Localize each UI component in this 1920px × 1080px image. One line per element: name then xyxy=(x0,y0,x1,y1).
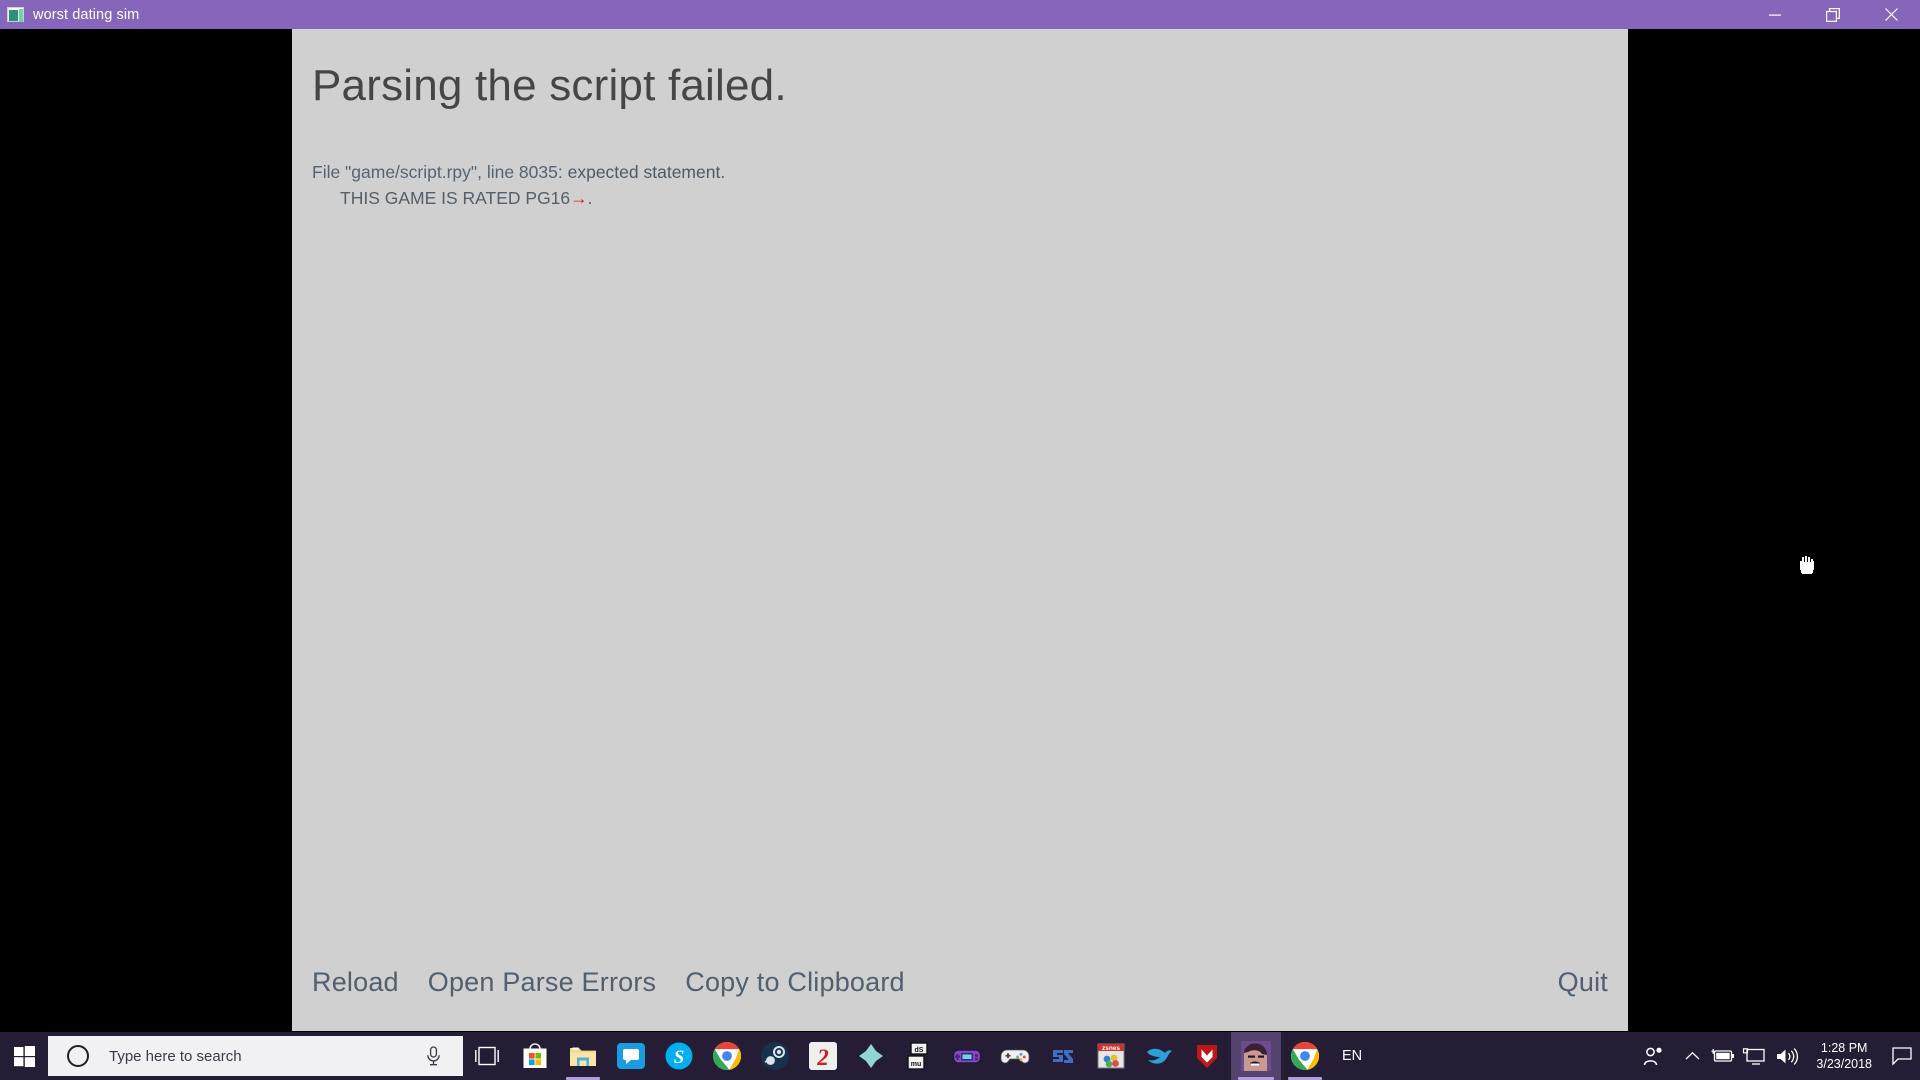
red-two-logo-icon: 2 xyxy=(808,1041,838,1071)
microphone-icon[interactable] xyxy=(425,1046,442,1066)
mcafee-shield-icon xyxy=(1192,1041,1222,1071)
show-hidden-icons-button[interactable] xyxy=(1676,1032,1708,1080)
search-input[interactable]: Type here to search xyxy=(48,1036,463,1076)
gba-handheld-icon xyxy=(952,1041,982,1071)
page-title: Parsing the script failed. xyxy=(312,61,787,110)
search-placeholder: Type here to search xyxy=(109,1047,242,1065)
svg-text:2: 2 xyxy=(816,1045,829,1070)
pcsx2-button[interactable] xyxy=(1039,1032,1087,1080)
desmume-icon: dS mu xyxy=(904,1041,934,1071)
taskbar: Type here to search S 2 dS mu zsnes EN 1… xyxy=(0,1032,1920,1080)
svg-text:S: S xyxy=(674,1047,685,1068)
game-avatar-icon xyxy=(1241,1041,1271,1071)
clock-date: 3/23/2018 xyxy=(1816,1057,1872,1071)
window-title: worst dating sim xyxy=(33,6,140,23)
open-parse-errors-button[interactable]: Open Parse Errors xyxy=(428,965,656,999)
window-titlebar[interactable]: worst dating sim xyxy=(0,0,1920,29)
window-controls xyxy=(1746,0,1920,29)
skype-button[interactable]: S xyxy=(655,1032,703,1080)
desktop: worst dating sim Parsing the script fail… xyxy=(0,0,1920,1080)
error-file-ref: File "game/script.rpy", line 8035 xyxy=(312,162,558,182)
restore-button[interactable] xyxy=(1804,0,1862,29)
reload-button[interactable]: Reload xyxy=(312,965,399,999)
error-details: File "game/script.rpy", line 8035: expec… xyxy=(312,159,1592,211)
ppsspp-cross-icon xyxy=(856,1041,886,1071)
monitor-network-icon[interactable] xyxy=(1738,1032,1770,1080)
taskbar-buttons: S 2 dS mu zsnes EN xyxy=(463,1032,1632,1080)
visualboy-advance-button[interactable] xyxy=(943,1032,991,1080)
file-explorer-icon xyxy=(568,1041,598,1071)
clock[interactable]: 1:28 PM 3/23/2018 xyxy=(1804,1040,1884,1072)
close-button[interactable] xyxy=(1862,0,1920,29)
error-source-tail: . xyxy=(587,188,593,208)
epsxe-button[interactable] xyxy=(991,1032,1039,1080)
titlebar-left: worst dating sim xyxy=(0,7,1746,23)
svg-text:mu: mu xyxy=(911,1061,922,1068)
error-line-source: THIS GAME IS RATED PG16→. xyxy=(312,185,1592,211)
error-source-text: THIS GAME IS RATED PG16 xyxy=(340,188,571,208)
dolphin-icon xyxy=(1144,1041,1174,1071)
chrome-button[interactable] xyxy=(703,1032,751,1080)
svg-text:zsnes: zsnes xyxy=(1102,1045,1120,1052)
copy-to-clipboard-button[interactable]: Copy to Clipboard xyxy=(685,965,905,999)
worst-dating-sim-button[interactable] xyxy=(1231,1032,1281,1080)
volume-icon[interactable] xyxy=(1770,1032,1804,1080)
chrome-window-button[interactable] xyxy=(1281,1032,1329,1080)
skype-icon: S xyxy=(664,1041,694,1071)
emulator-red-two-button[interactable]: 2 xyxy=(799,1032,847,1080)
quit-button[interactable]: Quit xyxy=(1558,965,1608,999)
error-message: : expected statement. xyxy=(557,162,726,182)
chrome-icon xyxy=(1290,1041,1320,1071)
start-button[interactable] xyxy=(0,1032,48,1080)
zsnes-icon: zsnes xyxy=(1096,1041,1126,1071)
action-center-button[interactable] xyxy=(1884,1032,1920,1080)
gamepad-icon xyxy=(1000,1041,1030,1071)
pcsx2-icon xyxy=(1048,1041,1078,1071)
system-tray: 1:28 PM 3/23/2018 xyxy=(1632,1032,1920,1080)
zsnes-button[interactable]: zsnes xyxy=(1087,1032,1135,1080)
svg-text:dS: dS xyxy=(915,1047,924,1054)
minimize-button[interactable] xyxy=(1746,0,1804,29)
renpy-error-screen: Parsing the script failed. File "game/sc… xyxy=(292,29,1628,1031)
microsoft-store-button[interactable] xyxy=(511,1032,559,1080)
ppsspp-button[interactable] xyxy=(847,1032,895,1080)
renpy-window-icon xyxy=(7,7,24,22)
desmume-button[interactable]: dS mu xyxy=(895,1032,943,1080)
battery-charging-icon[interactable] xyxy=(1708,1032,1738,1080)
dolphin-emulator-button[interactable] xyxy=(1135,1032,1183,1080)
people-icon[interactable] xyxy=(1632,1032,1676,1080)
cortana-circle-icon xyxy=(67,1045,89,1067)
steam-button[interactable] xyxy=(751,1032,799,1080)
clock-time: 1:28 PM xyxy=(1820,1041,1868,1055)
mcafee-button[interactable] xyxy=(1183,1032,1231,1080)
file-explorer-button[interactable] xyxy=(559,1032,607,1080)
error-line-file: File "game/script.rpy", line 8035: expec… xyxy=(312,159,1592,185)
language-indicator[interactable]: EN xyxy=(1329,1048,1375,1064)
task-view-button[interactable] xyxy=(463,1032,511,1080)
microsoft-store-icon xyxy=(520,1041,550,1071)
steam-icon xyxy=(760,1041,790,1071)
chrome-icon xyxy=(712,1041,742,1071)
error-arrow-icon: → xyxy=(570,188,588,208)
error-button-bar: Reload Open Parse Errors Copy to Clipboa… xyxy=(312,965,1608,999)
fist-hand-cursor xyxy=(1798,556,1816,575)
chat-bubble-icon xyxy=(616,1041,646,1071)
chat-app-button[interactable] xyxy=(607,1032,655,1080)
